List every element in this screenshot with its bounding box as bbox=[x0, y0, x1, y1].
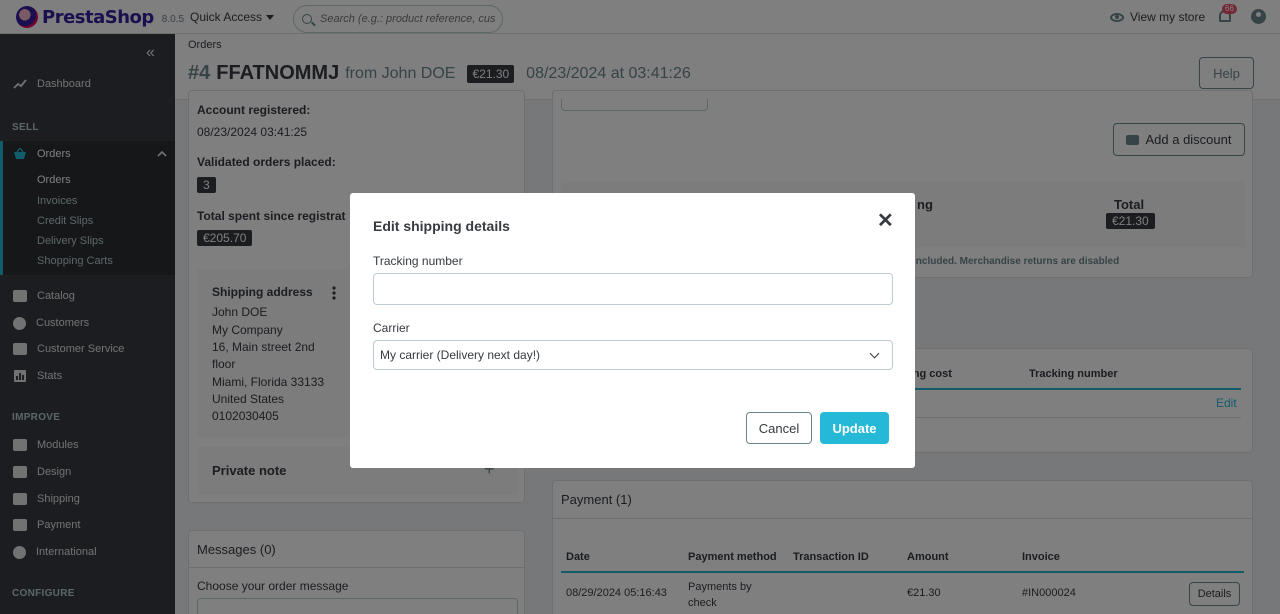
carrier-label: Carrier bbox=[373, 321, 410, 335]
tracking-number-label: Tracking number bbox=[373, 254, 463, 268]
edit-shipping-modal: Edit shipping details ✕ Tracking number … bbox=[350, 193, 915, 468]
tracking-number-input[interactable] bbox=[373, 273, 893, 305]
carrier-select-value: My carrier (Delivery next day!) bbox=[380, 348, 541, 362]
cancel-button[interactable]: Cancel bbox=[746, 412, 812, 444]
chevron-down-icon bbox=[869, 348, 880, 359]
close-icon[interactable]: ✕ bbox=[877, 211, 894, 231]
carrier-select[interactable]: My carrier (Delivery next day!) bbox=[373, 340, 893, 370]
modal-title: Edit shipping details bbox=[373, 218, 510, 234]
update-button[interactable]: Update bbox=[820, 412, 889, 444]
